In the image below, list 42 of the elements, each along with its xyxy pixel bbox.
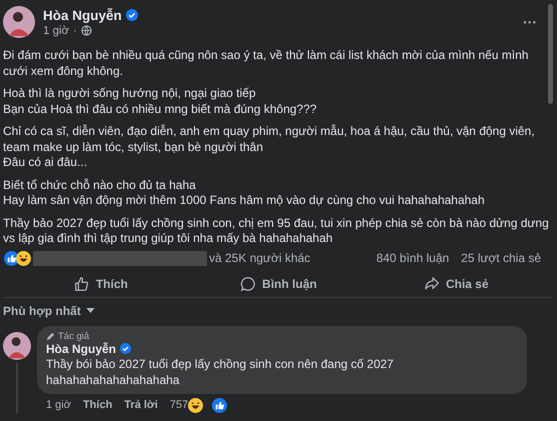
comment-time[interactable]: 1 giờ (46, 399, 71, 411)
comment-text-line: Thầy bói bảo 2027 tuổi đẹp lấy chồng sinh con nên đang cố 2027 (46, 356, 395, 372)
pencil-icon (46, 332, 55, 340)
post-text-line: Hoà thì là người sống hướng nội, ngại giao tiếp (3, 86, 257, 102)
scrollbar[interactable] (548, 4, 553, 104)
like-reaction-icon (212, 398, 228, 412)
comment-button[interactable]: Bình luận (190, 270, 368, 296)
separator-dot: · (73, 24, 77, 36)
post-text-line: Đâu có ai đâu... (3, 155, 88, 170)
commenter-name[interactable]: Hòa Nguyễn (46, 342, 116, 356)
post-text-line: Thầy bảo 2027 đẹp tuổi lấy chồng sinh con, chị em 95 đau, tui xin phép chia sẻ còn bà nào dửng dưng (3, 216, 550, 231)
thumbs-up-icon (74, 276, 90, 292)
post-text-line: Hay làm sân vận động mời thêm 1000 Fans hâm mộ vào dự cùng cho vui hahahahahahah (3, 193, 486, 208)
haha-reaction-icon (16, 250, 31, 266)
shares-count[interactable]: 25 lượt chia sẻ (461, 251, 541, 265)
post-text-line: Đi đám cưới bạn bè nhiều quá cũng nôn sao ý ta, về thử làm cái list khách mời của mình nếu mình (3, 48, 530, 64)
post-text-line: cưới xem đông không. (3, 64, 124, 79)
speech-bubble-icon (240, 276, 256, 292)
post-text-line: Biết tổ chức chỗ nào cho đủ ta haha (3, 178, 197, 193)
reply-link[interactable]: Trả lời (124, 399, 158, 411)
like-link[interactable]: Thích (82, 399, 112, 411)
reaction-count[interactable]: 757 (170, 399, 188, 411)
comment-text-line: hahahahahahahahahaha (46, 372, 180, 388)
avatar[interactable] (3, 332, 31, 360)
globe-icon (80, 25, 92, 36)
sort-dropdown[interactable]: Phù hợp nhất (0, 298, 98, 330)
post-text-line: Bạn của Hoà thì đâu có nhiều mng biết mà đúng không??? (3, 102, 318, 117)
post-text-line: Chỉ có ca sĩ, diễn viên, đạo diễn, anh em quay phim, người mẫu, hoa á hậu, cầu thủ, vận động viên, (3, 124, 536, 140)
reactions-summary[interactable]: và 25K người khác (209, 251, 310, 265)
more-options-button[interactable]: ··· (523, 14, 537, 30)
caret-icon (86, 308, 95, 313)
share-arrow-icon (424, 276, 440, 292)
post-text-line: team make up làm tóc, stylist, bạn bè người thân (3, 140, 264, 155)
author-name[interactable]: Hòa Nguyễn (43, 8, 122, 22)
avatar[interactable] (3, 6, 35, 38)
share-button[interactable]: Chia sẻ (367, 270, 546, 296)
post-time[interactable]: 1 giờ (43, 24, 70, 36)
author-label: Tác giả (58, 330, 90, 342)
haha-reaction-icon (188, 398, 204, 412)
post-text-line: vs lập gia đình thì tập trung giúp tôi nha mấy bà hahahahahah (3, 231, 334, 246)
like-button[interactable]: Thích (12, 270, 190, 296)
comments-count[interactable]: 840 bình luận (376, 251, 450, 265)
